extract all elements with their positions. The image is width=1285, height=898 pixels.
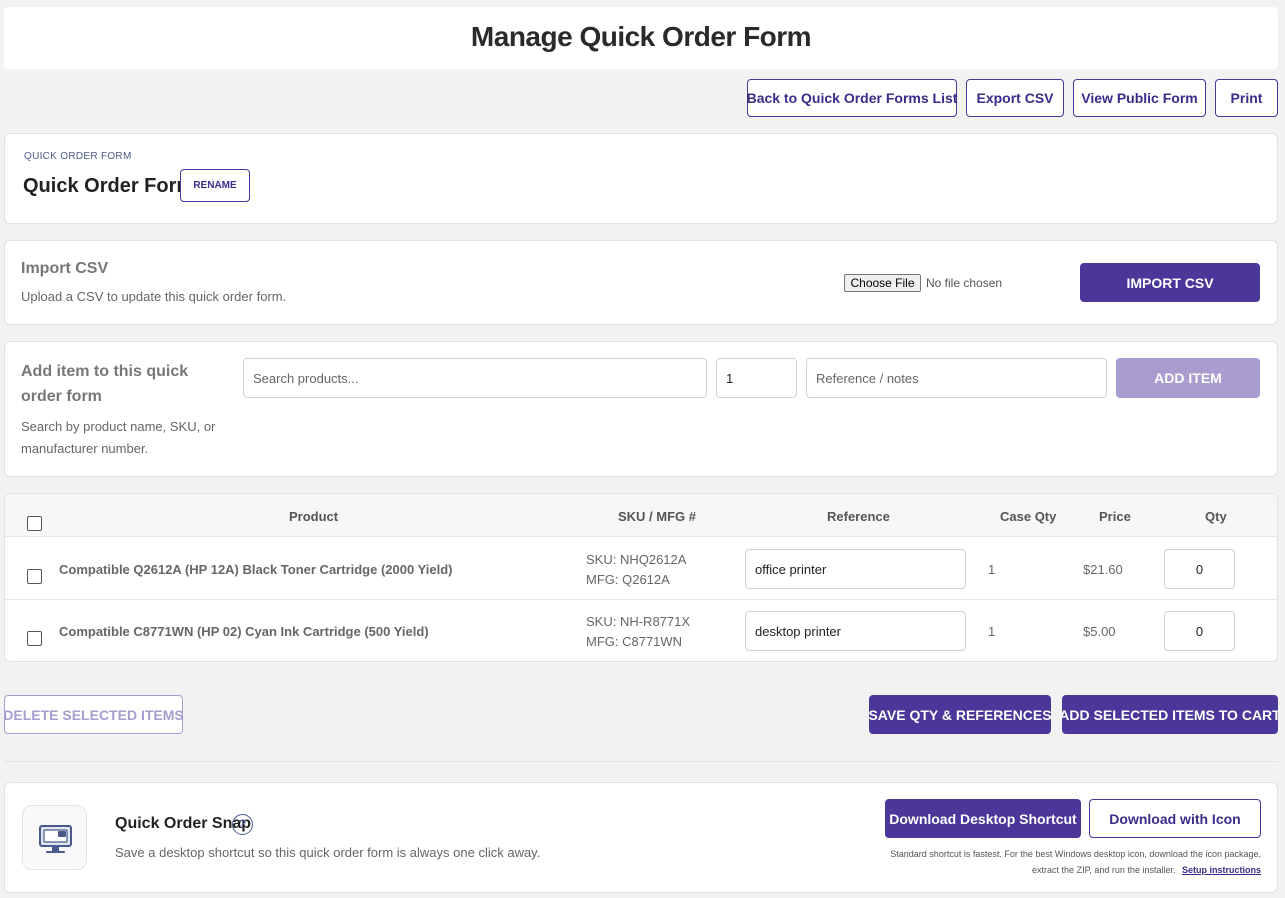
- product-name: Compatible Q2612A (HP 12A) Black Toner C…: [59, 562, 453, 577]
- row-qty-input[interactable]: [1164, 611, 1235, 651]
- delete-selected-button[interactable]: DELETE SELECTED ITEMS: [3, 695, 184, 734]
- add-selected-to-cart-button[interactable]: ADD SELECTED ITEMS TO CART: [1059, 695, 1281, 734]
- download-desktop-shortcut-button[interactable]: Download Desktop Shortcut: [885, 799, 1081, 838]
- add-item-card: Add item to this quick order form Search…: [4, 341, 1278, 477]
- header-product: Product: [289, 509, 339, 524]
- form-eyebrow: QUICK ORDER FORM: [24, 151, 132, 162]
- product-sku: SKU: NH-R8771X: [586, 614, 691, 629]
- product-name: Compatible C8771WN (HP 02) Cyan Ink Cart…: [59, 624, 429, 639]
- header-sku: SKU / MFG #: [618, 509, 697, 524]
- row-reference-input[interactable]: [745, 549, 966, 589]
- no-file-text: No file chosen: [926, 276, 1003, 290]
- page-title: Manage Quick Order Form: [470, 21, 812, 52]
- desktop-icon: [39, 825, 72, 853]
- row-price: $21.60: [1083, 562, 1123, 577]
- add-qty-input[interactable]: [716, 358, 797, 398]
- search-products-input[interactable]: [243, 358, 707, 398]
- add-item-button[interactable]: ADD ITEM: [1116, 358, 1260, 398]
- form-name-card: QUICK ORDER FORM Quick Order Form RENAME: [4, 133, 1278, 224]
- header-case-qty: Case Qty: [1000, 509, 1057, 524]
- table-row: Compatible C8771WN (HP 02) Cyan Ink Cart…: [5, 600, 1277, 661]
- import-title: Import CSV: [21, 260, 109, 277]
- reference-notes-input[interactable]: [806, 358, 1107, 398]
- row-checkbox[interactable]: [27, 631, 42, 646]
- form-name: Quick Order Form: [23, 175, 195, 197]
- row-checkbox[interactable]: [27, 569, 42, 584]
- snap-icon-tile: [22, 805, 87, 870]
- save-qty-references-button[interactable]: SAVE QTY & REFERENCES: [868, 695, 1052, 734]
- add-item-description: Search by product name, SKU, or manufact…: [21, 419, 216, 456]
- print-button[interactable]: Print: [1215, 79, 1278, 117]
- snap-description: Save a desktop shortcut so this quick or…: [115, 845, 541, 860]
- snap-note-block: Standard shortcut is fastest. For the be…: [867, 846, 1261, 878]
- row-price: $5.00: [1083, 624, 1116, 639]
- header-price: Price: [1099, 509, 1131, 524]
- download-with-icon-button[interactable]: Download with Icon: [1089, 799, 1261, 838]
- header-qty: Qty: [1205, 509, 1227, 524]
- import-description: Upload a CSV to update this quick order …: [21, 289, 287, 304]
- row-qty-input[interactable]: [1164, 549, 1235, 589]
- header-reference: Reference: [827, 509, 890, 524]
- import-csv-button[interactable]: IMPORT CSV: [1080, 263, 1260, 302]
- rename-button[interactable]: RENAME: [180, 169, 250, 202]
- select-all-checkbox[interactable]: [27, 516, 42, 531]
- row-case-qty: 1: [988, 562, 996, 577]
- table-row: Compatible Q2612A (HP 12A) Black Toner C…: [5, 537, 1277, 600]
- page-header: Manage Quick Order Form: [4, 7, 1278, 69]
- back-to-list-button[interactable]: Back to Quick Order Forms List: [747, 79, 957, 117]
- product-sku: SKU: NHQ2612A: [586, 552, 687, 567]
- add-item-title: Add item to this quick order form: [21, 363, 189, 405]
- row-reference-input[interactable]: [745, 611, 966, 651]
- table-header-row: Product SKU / MFG # Reference Case Qty P…: [5, 494, 1277, 537]
- snap-title: Quick Order Snap: [115, 815, 252, 832]
- quick-order-snap-card: Quick Order Snap ? Save a desktop shortc…: [4, 782, 1278, 893]
- product-mfg: MFG: C8771WN: [586, 634, 683, 649]
- row-case-qty: 1: [988, 624, 996, 639]
- items-table: Product SKU / MFG # Reference Case Qty P…: [4, 493, 1278, 662]
- import-csv-card: Import CSV Upload a CSV to update this q…: [4, 240, 1278, 325]
- export-csv-button[interactable]: Export CSV: [966, 79, 1064, 117]
- setup-instructions-link[interactable]: Setup instructions: [1182, 865, 1261, 875]
- divider: [4, 761, 1278, 762]
- product-mfg: MFG: Q2612A: [586, 572, 670, 587]
- choose-file-button[interactable]: Choose File: [844, 274, 921, 292]
- help-icon[interactable]: ?: [232, 814, 253, 835]
- view-public-form-button[interactable]: View Public Form: [1073, 79, 1206, 117]
